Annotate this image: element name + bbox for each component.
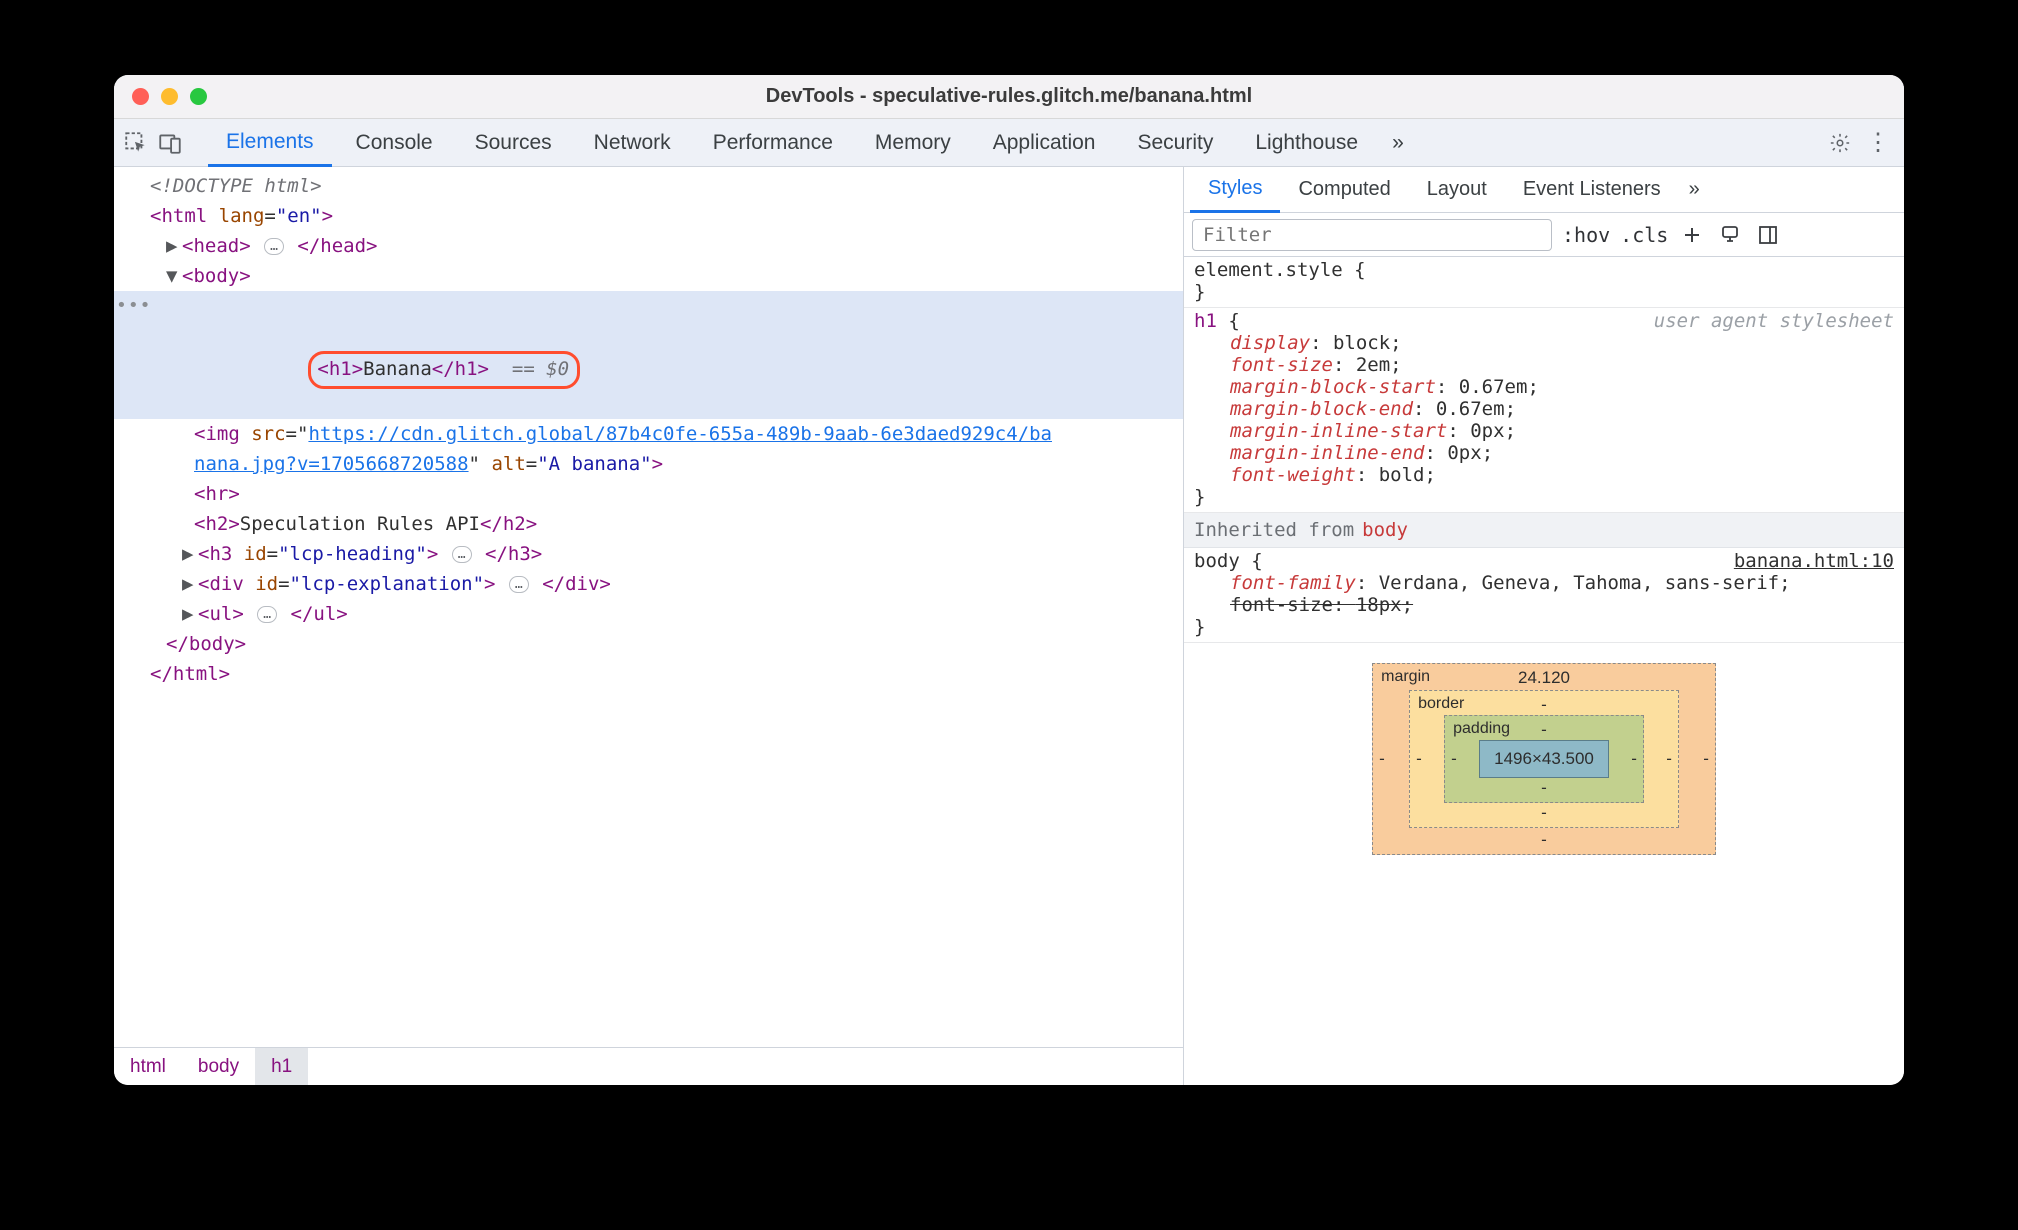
expand-arrow-icon[interactable]: ▶ [182, 599, 198, 629]
cls-toggle[interactable]: .cls [1620, 223, 1668, 247]
collapse-arrow-icon[interactable]: ▼ [166, 261, 182, 291]
ul-node: <ul> [198, 603, 244, 625]
elements-pane: <!DOCTYPE html> <html lang="en"> ▶<head>… [114, 167, 1184, 1085]
sidetabs-overflow-button[interactable]: » [1679, 167, 1710, 212]
div-node: <div [198, 573, 255, 595]
box-model[interactable]: margin 24.120 - - border - - - padding [1184, 643, 1904, 855]
h2-node: <h2> [194, 513, 240, 535]
body-rule[interactable]: body {banana.html:10 font-family: Verdan… [1184, 548, 1904, 643]
inspect-element-icon[interactable] [122, 129, 150, 157]
tab-memory[interactable]: Memory [857, 119, 969, 166]
tab-layout[interactable]: Layout [1409, 167, 1505, 212]
styles-filter-input[interactable] [1192, 219, 1552, 251]
styles-toolbar: :hov .cls [1184, 213, 1904, 257]
h3-node: <h3 [198, 543, 244, 565]
device-toolbar-icon[interactable] [156, 129, 184, 157]
tab-console[interactable]: Console [338, 119, 451, 166]
breadcrumb-body[interactable]: body [182, 1048, 255, 1085]
devtools-window: DevTools - speculative-rules.glitch.me/b… [114, 75, 1904, 1085]
ellipsis-pill[interactable]: … [509, 576, 529, 593]
tabs-overflow-button[interactable]: » [1382, 119, 1414, 166]
hov-toggle[interactable]: :hov [1562, 223, 1610, 247]
tab-performance[interactable]: Performance [695, 119, 851, 166]
flexbox-overlay-icon[interactable] [1716, 221, 1744, 249]
tab-network[interactable]: Network [576, 119, 689, 166]
settings-gear-icon[interactable] [1826, 129, 1854, 157]
main-body: <!DOCTYPE html> <html lang="en"> ▶<head>… [114, 167, 1904, 1085]
styles-tabstrip: Styles Computed Layout Event Listeners » [1184, 167, 1904, 213]
selected-highlight: <h1>Banana</h1> == $0 [308, 351, 580, 389]
h1-ua-rule[interactable]: h1 {user agent stylesheet display: block… [1184, 308, 1904, 513]
ua-stylesheet-label: user agent stylesheet [1654, 310, 1894, 332]
tab-sources[interactable]: Sources [457, 119, 570, 166]
body-open-node: <body> [182, 265, 251, 287]
computed-sidebar-toggle-icon[interactable] [1754, 221, 1782, 249]
gutter-dots-icon[interactable]: ••• [116, 291, 152, 321]
img-node: <img [194, 423, 240, 445]
tab-styles[interactable]: Styles [1190, 168, 1280, 213]
html-open-tag: <html [150, 205, 219, 227]
more-options-icon[interactable]: ⋮ [1860, 128, 1896, 157]
breadcrumb-html[interactable]: html [114, 1048, 182, 1085]
img-src-link[interactable]: https://cdn.glitch.global/87b4c0fe-655a-… [308, 423, 1052, 445]
breadcrumb: html body h1 [114, 1047, 1183, 1085]
tab-event-listeners[interactable]: Event Listeners [1505, 167, 1679, 212]
close-window-button[interactable] [132, 88, 149, 105]
tab-elements[interactable]: Elements [208, 120, 332, 167]
tab-application[interactable]: Application [975, 119, 1114, 166]
window-title: DevTools - speculative-rules.glitch.me/b… [114, 85, 1904, 108]
doctype-node: <!DOCTYPE html> [150, 175, 322, 197]
selected-h1-node[interactable]: ••• <h1>Banana</h1> == $0 [114, 291, 1183, 419]
head-node: <head> [182, 235, 251, 257]
expand-arrow-icon[interactable]: ▶ [182, 569, 198, 599]
ellipsis-pill[interactable]: … [264, 238, 284, 255]
box-model-margin: margin 24.120 - - border - - - padding [1372, 663, 1716, 855]
styles-pane: Styles Computed Layout Event Listeners »… [1184, 167, 1904, 1085]
traffic-lights [114, 88, 207, 105]
box-model-border: border - - - padding - - - 1496×43.500 [1409, 690, 1679, 828]
maximize-window-button[interactable] [190, 88, 207, 105]
source-link[interactable]: banana.html:10 [1734, 550, 1894, 572]
breadcrumb-h1[interactable]: h1 [255, 1048, 308, 1085]
inherited-from-header: Inherited frombody [1184, 513, 1904, 548]
box-model-padding: padding - - - 1496×43.500 - [1444, 715, 1644, 803]
new-style-rule-icon[interactable] [1678, 221, 1706, 249]
main-tabstrip: Elements Console Sources Network Perform… [114, 119, 1904, 167]
ellipsis-pill[interactable]: … [257, 606, 277, 623]
minimize-window-button[interactable] [161, 88, 178, 105]
tab-lighthouse[interactable]: Lighthouse [1237, 119, 1376, 166]
titlebar: DevTools - speculative-rules.glitch.me/b… [114, 75, 1904, 119]
hr-node: <hr> [194, 483, 240, 505]
dom-tree[interactable]: <!DOCTYPE html> <html lang="en"> ▶<head>… [114, 167, 1183, 1047]
box-model-content: 1496×43.500 [1479, 740, 1609, 778]
expand-arrow-icon[interactable]: ▶ [182, 539, 198, 569]
tab-security[interactable]: Security [1119, 119, 1231, 166]
console-ref: == $0 [512, 358, 569, 380]
tab-computed[interactable]: Computed [1280, 167, 1408, 212]
element-style-rule[interactable]: element.style { } [1184, 257, 1904, 308]
ellipsis-pill[interactable]: … [452, 546, 472, 563]
styles-content: element.style { } h1 {user agent stylesh… [1184, 257, 1904, 1085]
html-close-node: </html> [150, 663, 230, 685]
body-close-node: </body> [166, 633, 246, 655]
expand-arrow-icon[interactable]: ▶ [166, 231, 182, 261]
